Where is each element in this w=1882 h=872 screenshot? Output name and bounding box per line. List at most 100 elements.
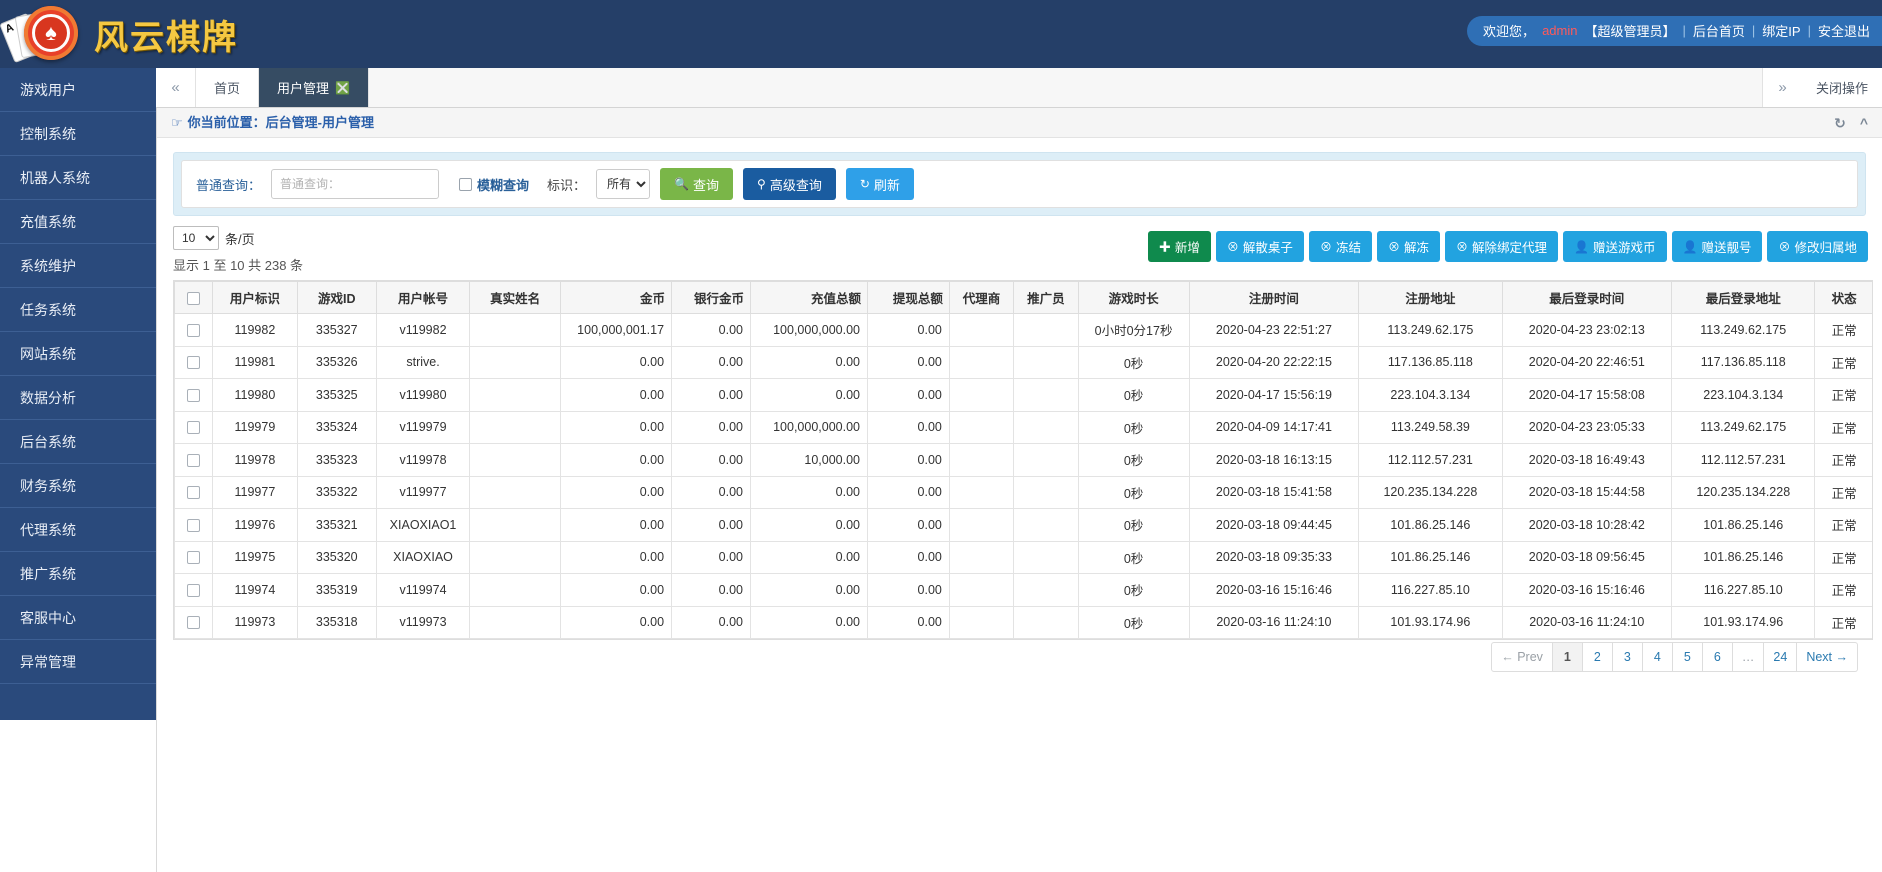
col-regtime[interactable]: 注册时间	[1189, 282, 1359, 314]
table-row[interactable]: 119974335319v1199740.000.000.000.000秒202…	[175, 574, 1874, 607]
col-lastloginip[interactable]: 最后登录地址	[1672, 282, 1815, 314]
row-checkbox-cell[interactable]	[175, 411, 213, 444]
row-checkbox-cell[interactable]	[175, 346, 213, 379]
sidebar-item-finance[interactable]: 财务系统	[0, 464, 156, 508]
chevron-double-right-icon[interactable]: »	[1762, 68, 1802, 107]
col-status[interactable]: 状态	[1815, 282, 1873, 314]
link-backend-home[interactable]: 后台首页	[1693, 21, 1745, 40]
search-button[interactable]: 🔍 查询	[660, 168, 733, 200]
per-page-select[interactable]: 10	[173, 226, 219, 250]
col-coin[interactable]: 金币	[560, 282, 671, 314]
col-account[interactable]: 用户帐号	[376, 282, 470, 314]
sidebar-item-robot[interactable]: 机器人系统	[0, 156, 156, 200]
sidebar-item-customer[interactable]: 客服中心	[0, 596, 156, 640]
sidebar-item-promotion[interactable]: 推广系统	[0, 552, 156, 596]
refresh-circle-icon[interactable]: ↻	[1834, 108, 1846, 138]
row-checkbox[interactable]	[187, 356, 200, 369]
page-24[interactable]: 24	[1764, 642, 1797, 672]
row-checkbox-cell[interactable]	[175, 444, 213, 477]
col-promoter[interactable]: 推广员	[1014, 282, 1078, 314]
col-duration[interactable]: 游戏时长	[1078, 282, 1189, 314]
sidebar-item-backend[interactable]: 后台系统	[0, 420, 156, 464]
fuzzy-search-toggle[interactable]: 模糊查询	[459, 175, 529, 194]
table-row[interactable]: 119975335320XIAOXIAO0.000.000.000.000秒20…	[175, 541, 1874, 574]
sidebar-item-agent[interactable]: 代理系统	[0, 508, 156, 552]
sidebar-item-website[interactable]: 网站系统	[0, 332, 156, 376]
sidebar-item-game-users[interactable]: 游戏用户	[0, 68, 156, 112]
page-6[interactable]: 6	[1703, 642, 1733, 672]
ident-select[interactable]: 所有	[596, 169, 650, 199]
row-checkbox[interactable]	[187, 519, 200, 532]
col-agent[interactable]: 代理商	[949, 282, 1013, 314]
page-next[interactable]: Next →	[1797, 642, 1858, 672]
dissolve-table-button[interactable]: ⊗ 解散桌子	[1216, 231, 1304, 262]
close-all-tabs-button[interactable]: 关闭操作	[1802, 68, 1882, 107]
row-checkbox-cell[interactable]	[175, 541, 213, 574]
row-checkbox[interactable]	[187, 551, 200, 564]
table-row[interactable]: 119979335324v1199790.000.00100,000,000.0…	[175, 411, 1874, 444]
row-checkbox[interactable]	[187, 486, 200, 499]
tab-user-management[interactable]: 用户管理 ❎	[259, 68, 369, 107]
col-recharge[interactable]: 充值总额	[751, 282, 868, 314]
link-bind-ip[interactable]: 绑定IP	[1762, 21, 1800, 40]
sidebar-item-exception[interactable]: 异常管理	[0, 640, 156, 684]
col-withdraw[interactable]: 提现总额	[867, 282, 949, 314]
row-checkbox-cell[interactable]	[175, 574, 213, 607]
fuzzy-search-checkbox[interactable]	[459, 178, 472, 191]
add-button[interactable]: ✚ 新增	[1148, 231, 1211, 262]
gift-coins-button[interactable]: 👤 赠送游戏币	[1563, 231, 1666, 262]
col-gameid[interactable]: 游戏ID	[297, 282, 376, 314]
table-row[interactable]: 119978335323v1199780.000.0010,000.000.00…	[175, 444, 1874, 477]
tab-home[interactable]: 首页	[196, 68, 259, 107]
col-select-all[interactable]	[175, 282, 213, 314]
page-3[interactable]: 3	[1613, 642, 1643, 672]
page-5[interactable]: 5	[1673, 642, 1703, 672]
table-row[interactable]: 119982335327v119982100,000,001.170.00100…	[175, 314, 1874, 347]
col-uid[interactable]: 用户标识	[213, 282, 298, 314]
unfreeze-button[interactable]: ⊗ 解冻	[1377, 231, 1440, 262]
unbind-agent-button[interactable]: ⊗ 解除绑定代理	[1445, 231, 1558, 262]
freeze-button[interactable]: ⊗ 冻结	[1309, 231, 1372, 262]
page-prev[interactable]: ← Prev	[1491, 642, 1553, 672]
link-logout[interactable]: 安全退出	[1818, 21, 1870, 40]
sidebar-item-recharge[interactable]: 充值系统	[0, 200, 156, 244]
page-1[interactable]: 1	[1553, 642, 1583, 672]
gift-coins-label: 赠送游戏币	[1593, 237, 1656, 256]
table-row[interactable]: 119980335325v1199800.000.000.000.000秒202…	[175, 379, 1874, 412]
row-checkbox[interactable]	[187, 421, 200, 434]
sidebar-item-control[interactable]: 控制系统	[0, 112, 156, 156]
close-icon[interactable]: ❎	[335, 81, 350, 95]
table-row[interactable]: 119973335318v1199730.000.000.000.000秒202…	[175, 606, 1874, 639]
row-checkbox-cell[interactable]	[175, 314, 213, 347]
row-checkbox[interactable]	[187, 616, 200, 629]
col-realname[interactable]: 真实姓名	[470, 282, 561, 314]
sidebar-item-task[interactable]: 任务系统	[0, 288, 156, 332]
row-checkbox[interactable]	[187, 584, 200, 597]
sidebar-item-analytics[interactable]: 数据分析	[0, 376, 156, 420]
row-checkbox-cell[interactable]	[175, 606, 213, 639]
table-row[interactable]: 119976335321XIAOXIAO10.000.000.000.000秒2…	[175, 509, 1874, 542]
sidebar-item-maintenance[interactable]: 系统维护	[0, 244, 156, 288]
advanced-search-button[interactable]: ⚲ 高级查询	[743, 168, 836, 200]
table-row[interactable]: 119977335322v1199770.000.000.000.000秒202…	[175, 476, 1874, 509]
table-row[interactable]: 119981335326strive.0.000.000.000.000秒202…	[175, 346, 1874, 379]
row-checkbox-cell[interactable]	[175, 379, 213, 412]
col-regip[interactable]: 注册地址	[1359, 282, 1502, 314]
modify-location-button[interactable]: ⊗ 修改归属地	[1767, 231, 1868, 262]
row-checkbox-cell[interactable]	[175, 476, 213, 509]
col-lastlogintime[interactable]: 最后登录时间	[1502, 282, 1672, 314]
chevron-up-icon[interactable]: ^	[1860, 108, 1868, 138]
refresh-button[interactable]: ↻ 刷新	[846, 168, 914, 200]
brand[interactable]: ♠ 风云棋牌	[0, 0, 238, 68]
row-checkbox-cell[interactable]	[175, 509, 213, 542]
select-all-checkbox[interactable]	[187, 292, 200, 305]
page-4[interactable]: 4	[1643, 642, 1673, 672]
search-input[interactable]	[271, 169, 439, 199]
row-checkbox[interactable]	[187, 454, 200, 467]
col-bank[interactable]: 银行金币	[672, 282, 751, 314]
chevron-double-left-icon[interactable]: «	[156, 68, 196, 107]
page-2[interactable]: 2	[1583, 642, 1613, 672]
gift-vip-id-button[interactable]: 👤 赠送靓号	[1672, 231, 1763, 262]
row-checkbox[interactable]	[187, 389, 200, 402]
row-checkbox[interactable]	[187, 324, 200, 337]
